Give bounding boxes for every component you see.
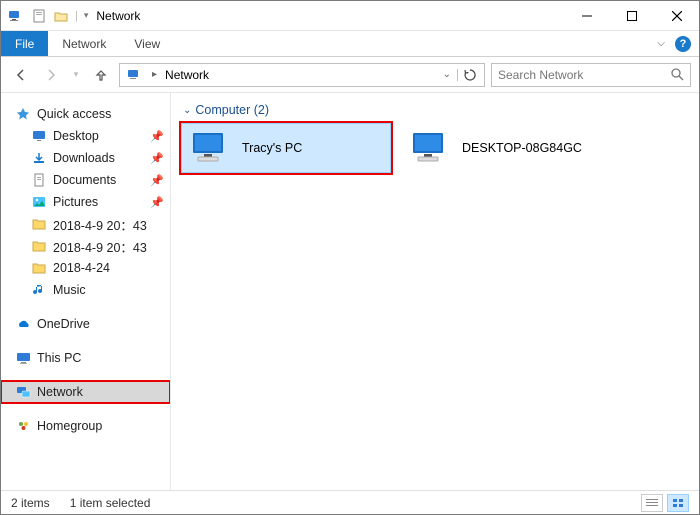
onedrive-icon <box>15 316 31 332</box>
nav-documents[interactable]: Documents 📌 <box>1 169 170 191</box>
pin-icon: 📌 <box>150 152 164 165</box>
pin-icon: 📌 <box>150 174 164 187</box>
close-button[interactable] <box>654 1 699 30</box>
status-item-count: 2 items <box>11 496 50 510</box>
items-row: Tracy's PC DESKTOP-08G84GC <box>181 123 689 173</box>
explorer-window: | ▾ Network File Network View ⌵ ? ▾ ▸ Ne… <box>0 0 700 515</box>
folder-icon <box>31 260 47 276</box>
qat-separator: | <box>75 10 78 22</box>
nav-label: Network <box>37 385 83 399</box>
recent-dropdown-icon[interactable]: ▾ <box>69 63 83 87</box>
chevron-down-icon: ⌄ <box>183 105 191 116</box>
nav-downloads[interactable]: Downloads 📌 <box>1 147 170 169</box>
details-view-button[interactable] <box>641 494 663 512</box>
address-segment[interactable]: Network <box>161 68 213 82</box>
nav-label: 2018-4-9 20：43 <box>53 215 147 234</box>
nav-label: Documents <box>53 173 116 187</box>
qat-dropdown-icon[interactable]: ▾ <box>84 10 89 21</box>
view-switcher <box>641 494 689 512</box>
search-icon <box>671 68 684 81</box>
computer-icon <box>190 130 232 166</box>
large-icons-view-button[interactable] <box>667 494 689 512</box>
nav-toolbar: ▾ ▸ Network ⌄ Search Network <box>1 57 699 93</box>
homegroup-icon <box>15 418 31 434</box>
nav-this-pc[interactable]: This PC <box>1 347 170 369</box>
nav-onedrive[interactable]: OneDrive <box>1 313 170 335</box>
nav-label: Homegroup <box>37 419 102 433</box>
help-icon[interactable]: ? <box>675 36 691 52</box>
nav-label: This PC <box>37 351 81 365</box>
nav-label: 2018-4-9 20：43 <box>53 237 147 256</box>
ribbon-tabs: File Network View ⌵ ? <box>1 31 699 57</box>
back-button[interactable] <box>9 63 33 87</box>
music-icon <box>31 282 47 298</box>
window-controls <box>564 1 699 30</box>
qat-new-folder-icon[interactable] <box>53 8 69 24</box>
nav-quick-access[interactable]: Quick access <box>1 103 170 125</box>
nav-label: Music <box>53 283 86 297</box>
nav-folder-1[interactable]: 2018-4-9 20：43 <box>1 213 170 235</box>
refresh-button[interactable] <box>457 69 482 81</box>
group-header[interactable]: ⌄ Computer (2) <box>183 103 689 117</box>
computer-item-tracys-pc[interactable]: Tracy's PC <box>181 123 391 173</box>
nav-desktop[interactable]: Desktop 📌 <box>1 125 170 147</box>
status-selected-count: 1 item selected <box>70 496 151 510</box>
pin-icon: 📌 <box>150 130 164 143</box>
up-button[interactable] <box>89 63 113 87</box>
network-tab[interactable]: Network <box>48 31 120 56</box>
forward-button[interactable] <box>39 63 63 87</box>
network-icon <box>15 384 31 400</box>
qat: | ▾ <box>1 7 88 25</box>
nav-label: Quick access <box>37 107 111 121</box>
address-bar[interactable]: ▸ Network ⌄ <box>119 63 485 87</box>
status-bar: 2 items 1 item selected <box>1 490 699 514</box>
computer-item-desktop-08g84gc[interactable]: DESKTOP-08G84GC <box>401 123 611 173</box>
ribbon-expand-icon[interactable]: ⌵ <box>657 38 665 49</box>
minimize-button[interactable] <box>564 1 609 30</box>
nav-folder-2[interactable]: 2018-4-9 20：43 <box>1 235 170 257</box>
nav-label: Desktop <box>53 129 99 143</box>
nav-label: 2018-4-24 <box>53 261 110 275</box>
downloads-icon <box>31 150 47 166</box>
view-tab[interactable]: View <box>120 31 174 56</box>
quick-access-icon <box>15 106 31 122</box>
body: Quick access Desktop 📌 Downloads 📌 Docum… <box>1 93 699 490</box>
group-header-label: Computer (2) <box>195 103 269 117</box>
address-dropdown-icon[interactable]: ⌄ <box>437 69 457 80</box>
window-title: Network <box>96 9 140 23</box>
app-icon <box>7 7 25 25</box>
network-location-icon <box>126 66 144 84</box>
file-tab[interactable]: File <box>1 31 48 56</box>
content-pane: ⌄ Computer (2) Tracy's PC DESKTOP-08G84G… <box>171 93 699 490</box>
nav-music[interactable]: Music <box>1 279 170 301</box>
nav-network[interactable]: Network <box>1 381 170 403</box>
documents-icon <box>31 172 47 188</box>
folder-icon <box>31 238 47 254</box>
nav-homegroup[interactable]: Homegroup <box>1 415 170 437</box>
navigation-pane: Quick access Desktop 📌 Downloads 📌 Docum… <box>1 93 171 490</box>
nav-label: Downloads <box>53 151 115 165</box>
desktop-icon <box>31 128 47 144</box>
chevron-right-icon[interactable]: ▸ <box>148 69 161 80</box>
folder-icon <box>31 216 47 232</box>
search-placeholder: Search Network <box>498 68 583 82</box>
maximize-button[interactable] <box>609 1 654 30</box>
pictures-icon <box>31 194 47 210</box>
pin-icon: 📌 <box>150 196 164 209</box>
computer-label: DESKTOP-08G84GC <box>462 141 582 155</box>
computer-label: Tracy's PC <box>242 141 302 155</box>
title-bar: | ▾ Network <box>1 1 699 31</box>
this-pc-icon <box>15 350 31 366</box>
nav-label: Pictures <box>53 195 98 209</box>
nav-pictures[interactable]: Pictures 📌 <box>1 191 170 213</box>
nav-folder-3[interactable]: 2018-4-24 <box>1 257 170 279</box>
search-box[interactable]: Search Network <box>491 63 691 87</box>
computer-icon <box>410 130 452 166</box>
nav-label: OneDrive <box>37 317 90 331</box>
qat-properties-icon[interactable] <box>31 8 47 24</box>
